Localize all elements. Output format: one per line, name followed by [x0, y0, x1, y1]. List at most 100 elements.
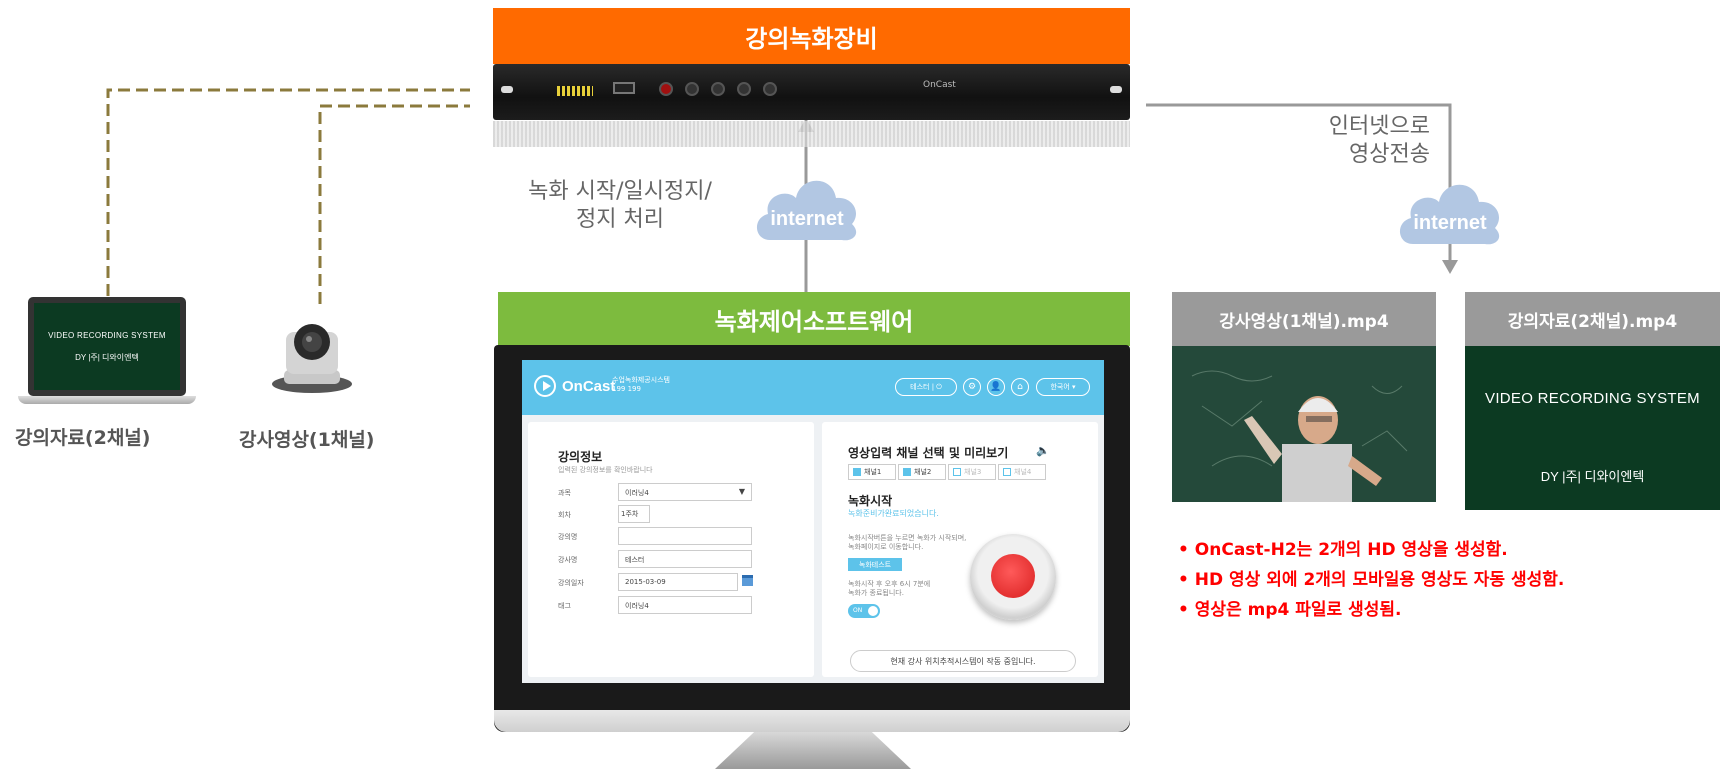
play-icon — [534, 375, 556, 397]
speaker-icon[interactable]: 🔈 — [1036, 444, 1050, 457]
calendar-icon[interactable] — [742, 575, 753, 586]
upload-link-arrowhead — [1442, 260, 1458, 274]
rec-start-title: 녹화시작 — [848, 494, 893, 508]
note-item: • HD 영상 외에 2개의 모바일용 영상도 자동 생성함. — [1178, 570, 1565, 590]
material-source-label: 강의자료(2채널) — [15, 427, 151, 449]
rec-ready-status: 녹화준비가완료되었습니다. — [848, 509, 939, 518]
knob-icon — [711, 82, 725, 96]
home-icon[interactable]: ⌂ — [1011, 378, 1029, 396]
app-subtitle: 수업녹화제공시스템 199 199 — [612, 376, 670, 394]
laptop-icon: VIDEO RECORDING SYSTEM DY |주| 디와이엔텍 — [28, 297, 186, 396]
user-logout-pill[interactable]: 테스터 | ⏻ — [895, 378, 957, 396]
record-button[interactable] — [970, 534, 1056, 620]
channel-4-checkbox[interactable]: 채널4 — [998, 464, 1046, 480]
date-input[interactable]: 2015-03-09 — [618, 573, 738, 591]
session-value: 1주차 — [621, 510, 639, 518]
rec-desc-line2: 녹화페이지로 이동합니다. — [848, 543, 924, 551]
channel-1-label: 채널1 — [864, 468, 882, 476]
laptop-display: VIDEO RECORDING SYSTEM DY |주| 디와이엔텍 — [34, 303, 180, 390]
internet-cloud-control: internet — [748, 162, 866, 246]
material-screen-title: VIDEO RECORDING SYSTEM — [1485, 390, 1700, 407]
monitor-chin — [494, 710, 1130, 732]
internet-label: internet — [1413, 212, 1487, 234]
app-subtitle-line1: 수업녹화제공시스템 — [612, 376, 670, 384]
internet-label: internet — [770, 208, 844, 230]
rec-test-button[interactable]: 녹화테스트 — [848, 558, 902, 571]
app-screenshot: OnCast 수업녹화제공시스템 199 199 테스터 | ⏻ ⚙ 👤 ⌂ 한… — [522, 360, 1104, 683]
field-label-lecturer: 강사명 — [558, 556, 578, 564]
field-label-session: 회차 — [558, 511, 571, 519]
user-icon[interactable]: 👤 — [987, 378, 1005, 396]
knob-icon — [737, 82, 751, 96]
material-output-header: 강의자료(2채널).mp4 — [1465, 292, 1720, 346]
channel-1-checkbox[interactable]: 채널1 — [848, 464, 896, 480]
lecturer-video-thumbnail — [1172, 346, 1436, 502]
ptz-camera-icon — [272, 324, 352, 393]
channel-3-checkbox[interactable]: 채널3 — [948, 464, 996, 480]
upload-text-line2: 영상전송 — [1349, 142, 1430, 167]
lecturer-output-header: 강사영상(1채널).mp4 — [1172, 292, 1436, 346]
cloud-icon — [1399, 184, 1500, 245]
device-reflection — [493, 121, 1130, 147]
rack-ear-left — [501, 86, 513, 93]
note-item: • OnCast-H2는 2개의 HD 영상을 생성함. — [1178, 540, 1508, 560]
app-subtitle-line2: 199 199 — [612, 385, 641, 393]
checkbox-icon — [853, 468, 861, 476]
control-text-line1: 녹화 시작/일시정지/ — [528, 179, 712, 204]
input-select-title: 영상입력 채널 선택 및 미리보기 — [848, 446, 1009, 460]
upload-text-line1: 인터넷으로 — [1328, 114, 1430, 139]
subject-select[interactable]: 이러닝4 ▼ — [618, 483, 752, 501]
control-text-line2: 정지 처리 — [576, 207, 664, 232]
laptop-base — [18, 396, 196, 404]
usb-port-icon — [613, 82, 635, 94]
lecture-info-panel: 강의정보 입력된 강의정보를 확인바랍니다 과목 이러닝4 ▼ 회차 1주차 강… — [528, 422, 814, 677]
session-select[interactable]: 1주차 — [618, 505, 650, 523]
lecturer-source-label: 강사영상(1채널) — [239, 429, 375, 451]
knob-icon — [685, 82, 699, 96]
app-logo-text: OnCast — [562, 377, 616, 395]
laptop-screen-logo: DY |주| 디와이엔텍 — [75, 352, 139, 362]
note-item: • 영상은 mp4 파일로 생성됨. — [1178, 600, 1402, 620]
laptop-dashed-link — [106, 88, 470, 296]
internet-cloud-upload: internet — [1391, 166, 1509, 250]
knob-icon — [763, 82, 777, 96]
language-select[interactable]: 한국어 ▾ — [1036, 378, 1090, 396]
checkbox-icon — [903, 468, 911, 476]
auto-stop-line1: 녹화시작 후 오후 6시 7분에 — [848, 580, 931, 588]
control-description: 녹화 시작/일시정지/ 정지 처리 — [500, 178, 740, 234]
chevron-down-icon: ▼ — [738, 487, 745, 496]
upload-description: 인터넷으로 영상전송 — [1300, 113, 1430, 169]
laptop-screen-title: VIDEO RECORDING SYSTEM — [48, 330, 166, 340]
gear-icon[interactable]: ⚙ — [963, 378, 981, 396]
level-meter — [557, 86, 593, 96]
field-label-date: 강의일자 — [558, 579, 584, 587]
field-label-tag: 태그 — [558, 602, 571, 610]
auto-stop-line2: 녹화가 종료됩니다. — [848, 589, 904, 597]
lecturer-input[interactable]: 테스터 — [618, 550, 752, 568]
record-knob-icon — [659, 82, 673, 96]
channel-4-label: 채널4 — [1014, 468, 1032, 476]
lecture-name-input[interactable] — [618, 527, 752, 545]
recording-device-header: 강의녹화장비 — [493, 8, 1130, 64]
lecture-info-title: 강의정보 — [558, 450, 603, 464]
field-label-subject: 과목 — [558, 489, 571, 497]
material-screen-logo: DY |주| 디와이엔텍 — [1540, 469, 1645, 484]
subject-value: 이러닝4 — [625, 489, 649, 497]
recording-device-unit: OnCast — [493, 64, 1130, 120]
app-logo: OnCast — [534, 375, 615, 397]
field-label-lecture-name: 강의명 — [558, 533, 578, 541]
lecture-info-subtitle: 입력된 강의정보를 확인바랍니다 — [558, 466, 653, 474]
channel-2-checkbox[interactable]: 채널2 — [898, 464, 946, 480]
channel-3-label: 채널3 — [964, 468, 982, 476]
recording-software-header: 녹화제어소프트웨어 — [498, 292, 1130, 346]
toggle-label: ON — [853, 607, 863, 614]
channel-2-label: 채널2 — [914, 468, 932, 476]
checkbox-icon — [953, 468, 961, 476]
input-select-panel: 영상입력 채널 선택 및 미리보기 🔈 채널1 채널2 채널3 채널4 녹화시작… — [822, 422, 1098, 677]
auto-stop-toggle[interactable]: ON — [848, 604, 880, 618]
cloud-icon — [756, 180, 857, 241]
camera-dashed-link — [318, 104, 470, 304]
rack-ear-right — [1110, 86, 1122, 93]
tag-input[interactable]: 이러닝4 — [618, 596, 752, 614]
rec-desc: 녹화시작버튼을 누르면 녹화가 시작되며, 녹화페이지로 이동합니다. — [848, 534, 966, 552]
